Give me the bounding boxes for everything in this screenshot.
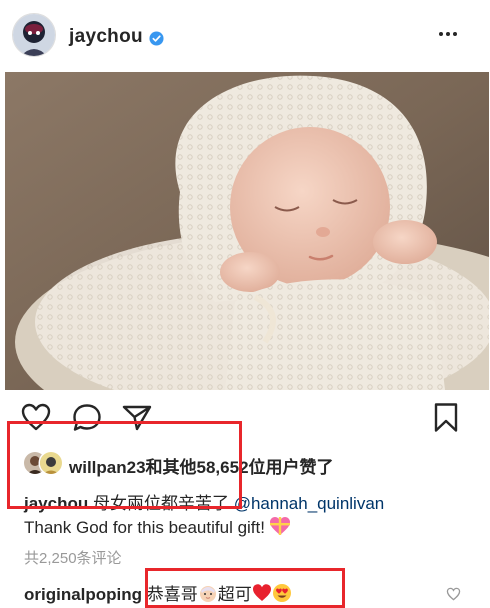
caption-mention-link[interactable]: @hannah_quinlivan [234,494,385,513]
bookmark-icon[interactable] [433,402,459,433]
paper-plane-icon[interactable] [122,404,152,431]
caption-line2: Thank God for this beautiful gift! [24,518,265,537]
post-username[interactable]: jaychou [69,26,143,48]
more-options-icon[interactable] [438,30,458,38]
post-photo[interactable] [5,72,489,390]
likes-row[interactable]: willpan23和其他58,652位用户赞了 [24,452,464,478]
heart-outline-icon[interactable] [21,403,51,431]
view-all-comments-link[interactable]: 共2,250条评论 [24,547,122,568]
comment-username[interactable]: originalpoping [24,585,142,604]
post-caption: jaychou 母女兩位都辛苦了 @hannah_quinlivan Thank… [24,492,484,540]
liker-avatars [24,452,66,476]
heart-eyes-emoji-icon [272,584,291,602]
caption-text: 母女兩位都辛苦了 [88,494,234,513]
comment-text-part1: 恭喜哥 [142,585,198,604]
verified-badge-icon [149,31,164,46]
red-heart-emoji-icon [252,584,271,601]
baby-emoji-icon [199,586,216,602]
comment-like-heart-icon[interactable] [446,587,461,601]
comment-text-part2: 超可 [217,585,252,604]
profile-avatar[interactable] [13,14,55,56]
caption-username[interactable]: jaychou [24,494,88,513]
action-bar [0,395,490,440]
comment-bubble-icon[interactable] [72,403,102,432]
gift-heart-emoji-icon [269,517,290,535]
post-header: jaychou [0,0,490,70]
likes-count-text: willpan23和其他58,652位用户赞了 [69,458,334,477]
liker-avatar [40,452,62,474]
comment-row: originalpoping 恭喜哥 超可 [24,580,484,604]
